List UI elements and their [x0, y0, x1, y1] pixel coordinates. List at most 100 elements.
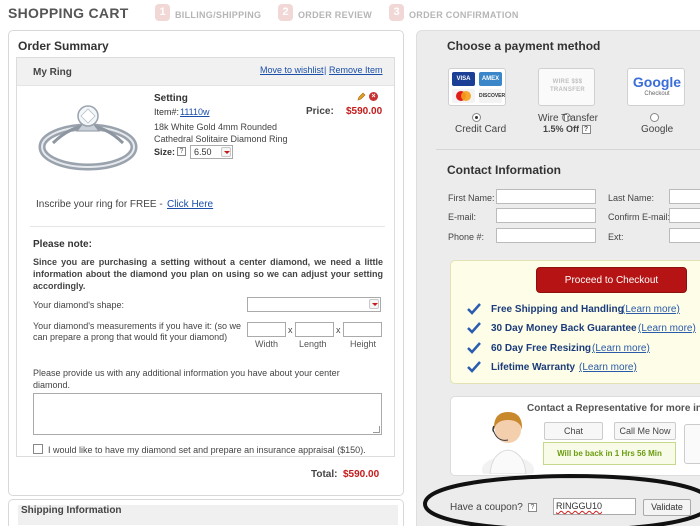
ring-product-image	[33, 89, 143, 191]
email-label: E-mail:	[448, 212, 477, 222]
first-name-input[interactable]	[496, 189, 596, 204]
remove-x-icon[interactable]: ×	[369, 92, 378, 101]
phone-label: Phone #:	[448, 232, 485, 242]
learn-more-link[interactable]: (Learn more)	[579, 362, 637, 373]
last-name-label: Last Name:	[608, 193, 655, 203]
learn-more-link[interactable]: (Learn more)	[638, 323, 696, 334]
total-value: $590.00	[343, 469, 380, 480]
benefit-text: Free Shipping and Handling	[491, 304, 624, 315]
times-sign: x	[336, 325, 341, 335]
credit-card-label: Credit Card	[455, 124, 507, 135]
edit-pencil-icon[interactable]	[357, 92, 366, 101]
ext-input[interactable]	[669, 228, 700, 243]
diamond-shape-label: Your diamond's shape:	[33, 300, 124, 310]
coupon-code-input[interactable]: RINGGU10	[553, 498, 636, 515]
call-me-now-tab[interactable]: Call Me Now	[614, 422, 676, 440]
ring-header-title: My Ring	[33, 67, 72, 78]
insurance-appraisal-checkbox[interactable]	[33, 444, 43, 454]
step-number: 3	[389, 4, 404, 21]
step-number: 2	[278, 4, 293, 21]
please-note-text: Since you are purchasing a setting witho…	[33, 257, 383, 291]
email-input[interactable]	[496, 208, 596, 223]
diamond-shape-select[interactable]	[247, 297, 381, 312]
google-logo: Google	[632, 74, 682, 90]
inscribe-click-here-link[interactable]: Click Here	[167, 199, 213, 210]
product-name: Setting	[154, 93, 188, 104]
diamond-measurements-label: Your diamond's measurements if you have …	[33, 321, 241, 342]
divider	[30, 226, 385, 227]
first-name-label: First Name:	[448, 193, 495, 203]
wire-transfer-logo: WIRE $$$ TRANSFER	[549, 79, 586, 93]
checkmark-icon	[467, 361, 481, 373]
representative-side-button[interactable]	[684, 424, 700, 464]
checkmark-icon	[467, 322, 481, 334]
width-input[interactable]	[247, 322, 286, 337]
price-label: Price:	[306, 106, 334, 117]
credit-card-radio[interactable]	[472, 113, 481, 122]
help-icon[interactable]: ?	[177, 147, 186, 156]
google-radio[interactable]	[650, 113, 659, 122]
insurance-appraisal-label: I would like to have my diamond set and …	[48, 445, 366, 455]
contact-info-title: Contact Information	[447, 163, 561, 177]
order-summary-title: Order Summary	[18, 39, 109, 53]
google-checkout-sub: Checkout	[644, 91, 670, 97]
proceed-to-checkout-button[interactable]: Proceed to Checkout	[536, 267, 687, 293]
size-select-value: 6.50	[194, 147, 212, 157]
item-number-link[interactable]: 11110w	[180, 107, 210, 117]
please-note-heading: Please note:	[33, 239, 92, 250]
chat-tab[interactable]: Chat	[544, 422, 603, 440]
last-name-input[interactable]	[669, 189, 700, 204]
confirm-email-input[interactable]	[669, 208, 700, 223]
learn-more-link[interactable]: (Learn more)	[592, 343, 650, 354]
payment-method-title: Choose a payment method	[447, 39, 601, 53]
total-label: Total:	[311, 469, 338, 480]
confirm-email-label: Confirm E-mail:	[608, 212, 671, 222]
step-label: ORDER REVIEW	[298, 10, 373, 20]
move-to-wishlist-link[interactable]: Move to wishlist	[260, 65, 324, 75]
credit-card-option[interactable]: VISA AMEX DISCOVER	[448, 68, 506, 106]
length-caption: Length	[299, 339, 327, 349]
chevron-down-icon	[221, 147, 231, 157]
amex-card-icon: AMEX	[479, 72, 502, 86]
phone-input[interactable]	[496, 228, 596, 243]
chevron-down-icon	[369, 299, 379, 309]
price-value: $590.00	[346, 106, 383, 117]
divider	[436, 149, 700, 150]
help-icon[interactable]: ?	[581, 125, 591, 135]
visa-card-icon: VISA	[452, 72, 475, 86]
checkmark-icon	[467, 303, 481, 315]
inscribe-text: Inscribe your ring for FREE -	[36, 199, 163, 210]
additional-info-label: Please provide us with any additional in…	[33, 368, 340, 390]
link-separator: |	[324, 65, 327, 75]
step-label: ORDER CONFIRMATION	[409, 10, 519, 20]
remove-item-link[interactable]: Remove Item	[329, 65, 383, 75]
size-label: Size:	[154, 147, 176, 157]
checkmark-icon	[467, 342, 481, 354]
height-input[interactable]	[343, 322, 382, 337]
benefit-text: 30 Day Money Back Guarantee	[491, 323, 637, 334]
item-number-label: Item#:	[154, 107, 180, 117]
size-select[interactable]: 6.50	[190, 145, 233, 159]
google-label: Google	[641, 124, 674, 135]
mastercard-icon	[452, 89, 475, 103]
discover-card-icon: DISCOVER	[479, 89, 505, 103]
validate-coupon-button[interactable]: Validate	[643, 499, 691, 516]
google-checkout-option[interactable]: Google Checkout	[627, 68, 685, 106]
learn-more-link[interactable]: (Learn more)	[622, 304, 680, 315]
wire-transfer-option[interactable]: WIRE $$$ TRANSFER	[538, 68, 595, 106]
step-number: 1	[155, 4, 170, 21]
length-input[interactable]	[295, 322, 334, 337]
page-title: SHOPPING CART	[8, 5, 129, 21]
benefit-text: Lifetime Warranty	[491, 362, 576, 373]
shipping-info-title: Shipping Information	[21, 505, 122, 516]
ext-label: Ext:	[608, 232, 624, 242]
product-description: 18k White Gold 4mm Rounded Cathedral Sol…	[154, 122, 288, 144]
representative-title: Contact a Representative for more in	[527, 403, 700, 414]
help-icon[interactable]: ?	[528, 503, 537, 512]
additional-info-textarea[interactable]	[33, 393, 382, 435]
wire-transfer-label: Wire Transfer	[538, 113, 599, 124]
times-sign: x	[288, 325, 293, 335]
wire-discount-text: 1.5% Off	[543, 124, 580, 134]
width-caption: Width	[255, 339, 279, 349]
wire-discount: 1.5% Off ?	[543, 124, 591, 135]
